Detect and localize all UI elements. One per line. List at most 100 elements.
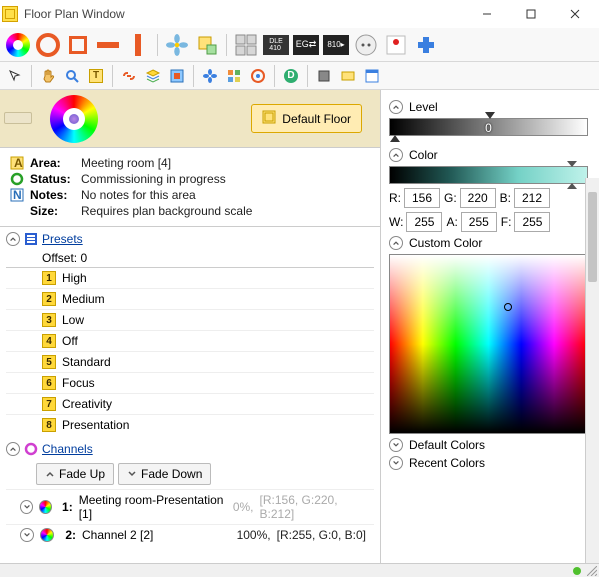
- tool-square[interactable]: [64, 31, 92, 59]
- status-bar: [0, 563, 599, 577]
- size-label: Size:: [30, 204, 75, 218]
- tool-eg-icon[interactable]: EG⇄: [292, 31, 320, 59]
- r-input[interactable]: [404, 188, 440, 208]
- recent-colors-header[interactable]: Recent Colors: [389, 456, 588, 470]
- level-slider[interactable]: 0: [389, 118, 588, 144]
- chevron-down-icon[interactable]: [389, 456, 403, 470]
- tool-panels-icon[interactable]: [232, 31, 260, 59]
- b-label: B:: [500, 191, 511, 205]
- separator: [112, 65, 113, 87]
- vertical-scrollbar[interactable]: [585, 178, 599, 563]
- slider-handle-icon[interactable]: [567, 161, 577, 167]
- tool-vline[interactable]: [124, 31, 152, 59]
- fade-down-button[interactable]: Fade Down: [118, 463, 211, 485]
- a-input[interactable]: [461, 212, 497, 232]
- recent-colors-label: Recent Colors: [409, 456, 485, 470]
- channels-icon: [24, 442, 38, 456]
- close-button[interactable]: [553, 0, 597, 28]
- chevron-down-icon[interactable]: [20, 500, 33, 514]
- f-input[interactable]: [514, 212, 550, 232]
- preset-row[interactable]: 7Creativity: [6, 393, 374, 414]
- pointer-tool-icon[interactable]: [4, 65, 26, 87]
- tool-fan-icon[interactable]: [163, 31, 191, 59]
- svg-text:A: A: [14, 156, 23, 170]
- hand-tool-icon[interactable]: [37, 65, 59, 87]
- slider-handle-icon[interactable]: [485, 112, 495, 119]
- preset-number-badge: 8: [42, 418, 56, 432]
- presets-header[interactable]: Presets: [6, 229, 374, 249]
- channels-label: Channels: [42, 442, 93, 456]
- resize-grip-icon[interactable]: [587, 566, 597, 576]
- tool-link-icon[interactable]: [118, 65, 140, 87]
- text-tool-icon[interactable]: T: [85, 65, 107, 87]
- tool-hex-ring-icon[interactable]: [247, 65, 269, 87]
- tool-layers-icon[interactable]: [142, 65, 164, 87]
- preset-row[interactable]: 3Low: [6, 309, 374, 330]
- tool-socket-icon[interactable]: [352, 31, 380, 59]
- notes-icon: N: [10, 188, 24, 202]
- floorplan-canvas[interactable]: Default Floor: [0, 90, 380, 148]
- preset-row[interactable]: 4Off: [6, 330, 374, 351]
- tool-hline[interactable]: [94, 31, 122, 59]
- slider-handle-icon[interactable]: [567, 183, 577, 189]
- area-value: Meeting room [4]: [81, 156, 171, 170]
- chevron-up-icon[interactable]: [389, 148, 403, 162]
- chevron-up-icon[interactable]: [6, 442, 20, 456]
- floor-tab-slot[interactable]: [4, 112, 32, 124]
- chevron-down-icon[interactable]: [20, 528, 34, 542]
- b-input[interactable]: [514, 188, 550, 208]
- maximize-button[interactable]: [509, 0, 553, 28]
- separator: [274, 65, 275, 87]
- window-titlebar: Floor Plan Window: [0, 0, 599, 28]
- tool-dle-icon[interactable]: DLE410: [262, 31, 290, 59]
- preset-row[interactable]: 5Standard: [6, 351, 374, 372]
- custom-color-header[interactable]: Custom Color: [389, 236, 588, 250]
- tool-810-icon[interactable]: 810▸: [322, 31, 350, 59]
- color-strip-slider[interactable]: [389, 166, 588, 184]
- zoom-tool-icon[interactable]: [61, 65, 83, 87]
- default-colors-header[interactable]: Default Colors: [389, 438, 588, 452]
- color-area-picker[interactable]: [389, 254, 588, 434]
- w-input[interactable]: [406, 212, 442, 232]
- separator: [157, 34, 158, 56]
- preset-offset: Offset: 0: [42, 249, 374, 267]
- channel-icon: [40, 528, 54, 542]
- area-info-block: A Area: Meeting room [4] Status: Commiss…: [0, 148, 380, 227]
- chevron-up-icon[interactable]: [389, 236, 403, 250]
- chevron-up-icon[interactable]: [6, 232, 20, 246]
- minimize-button[interactable]: [465, 0, 509, 28]
- channel-rgb: [R:156, G:220, B:212]: [260, 493, 367, 521]
- preset-row[interactable]: 6Focus: [6, 372, 374, 393]
- chevron-down-icon[interactable]: [389, 438, 403, 452]
- tool-plugin-icon[interactable]: [166, 65, 188, 87]
- tool-grid-icon[interactable]: [223, 65, 245, 87]
- tool-box-icon[interactable]: [337, 65, 359, 87]
- default-floor-label: Default Floor: [282, 112, 351, 126]
- fade-up-label: Fade Up: [59, 467, 105, 481]
- channel-row[interactable]: 2: Channel 2 [2] 100%, [R:255, G:0, B:0]: [6, 524, 374, 545]
- preset-row[interactable]: 1High: [6, 267, 374, 288]
- tool-red-dot-icon[interactable]: [382, 31, 410, 59]
- fade-up-button[interactable]: Fade Up: [36, 463, 114, 485]
- channel-row[interactable]: 1: Meeting room-Presentation [1] 0%, [R:…: [6, 489, 374, 524]
- channels-header[interactable]: Channels: [6, 439, 374, 459]
- tool-blue-fan-icon[interactable]: [199, 65, 221, 87]
- tool-plus-blue-icon[interactable]: [412, 31, 440, 59]
- g-input[interactable]: [460, 188, 496, 208]
- color-header[interactable]: Color: [389, 148, 588, 162]
- tool-red-ring[interactable]: [34, 31, 62, 59]
- status-indicator-icon: [573, 567, 581, 575]
- tool-box-plus-icon[interactable]: [193, 31, 221, 59]
- separator: [31, 65, 32, 87]
- chevron-up-icon[interactable]: [389, 100, 403, 114]
- tool-rainbow-ring[interactable]: [4, 31, 32, 59]
- color-marker-icon[interactable]: [504, 303, 512, 311]
- default-floor-button[interactable]: Default Floor: [251, 104, 362, 133]
- preset-row[interactable]: 2Medium: [6, 288, 374, 309]
- tool-chip-icon[interactable]: [313, 65, 335, 87]
- tool-window-icon[interactable]: [361, 65, 383, 87]
- preset-label: Standard: [62, 355, 111, 369]
- fixture-rainbow-icon[interactable]: [50, 95, 98, 143]
- preset-row[interactable]: 8Presentation: [6, 414, 374, 435]
- tool-d-icon[interactable]: D: [280, 65, 302, 87]
